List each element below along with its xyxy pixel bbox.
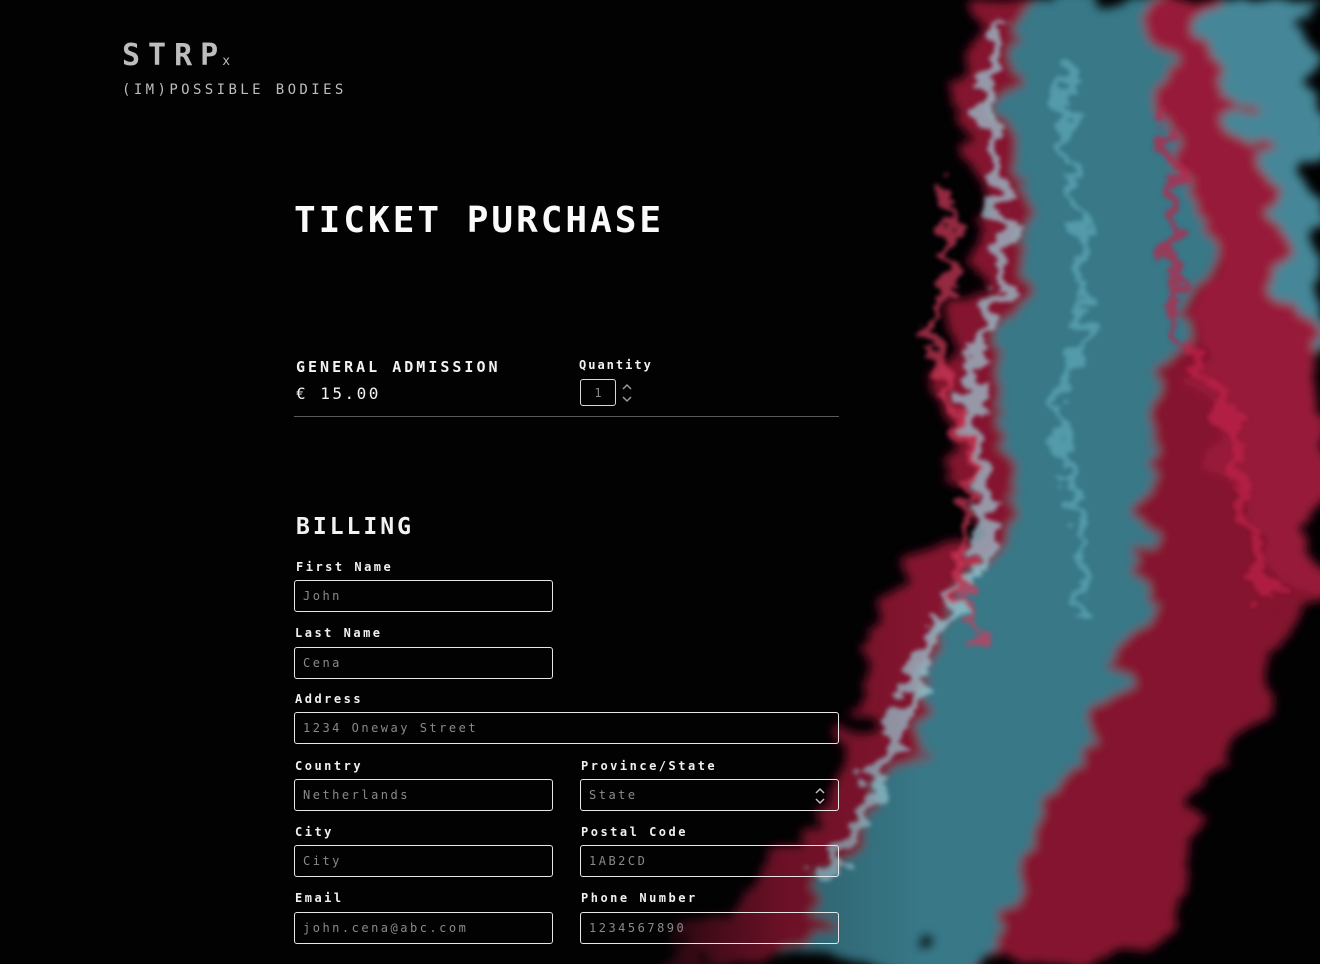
address-field[interactable] — [294, 712, 839, 744]
postal-code-label: Postal Code — [581, 825, 688, 839]
province-label: Province/State — [581, 759, 718, 773]
page-title: TICKET PURCHASE — [294, 200, 665, 241]
ticket-divider — [294, 416, 839, 417]
last-name-label: Last Name — [295, 626, 383, 640]
email-field[interactable] — [294, 912, 553, 944]
country-field[interactable] — [294, 779, 553, 811]
address-label: Address — [295, 692, 364, 706]
ticket-price: € 15.00 — [296, 384, 381, 403]
quantity-stepper-icon[interactable] — [620, 380, 634, 406]
first-name-field[interactable] — [294, 580, 553, 612]
phone-label: Phone Number — [581, 891, 698, 905]
quantity-input[interactable]: 1 — [580, 379, 616, 406]
province-select-value: State — [589, 788, 638, 802]
ticket-type-name: GENERAL ADMISSION — [296, 358, 501, 376]
city-field[interactable] — [294, 845, 553, 877]
province-select[interactable]: State — [580, 779, 839, 811]
site-logo[interactable]: STRPx (IM)POSSIBLE BODIES — [122, 38, 347, 99]
phone-field[interactable] — [580, 912, 839, 944]
logo-superscript: x — [222, 54, 231, 69]
billing-heading: BILLING — [296, 514, 414, 540]
smoke-background-image — [600, 0, 1320, 964]
country-label: Country — [295, 759, 364, 773]
first-name-label: First Name — [296, 560, 394, 574]
city-label: City — [295, 825, 334, 839]
quantity-label: Quantity — [579, 358, 653, 372]
chevron-up-down-icon — [815, 787, 825, 805]
logo-wordmark: STRPx — [122, 38, 231, 73]
logo-tagline: (IM)POSSIBLE BODIES — [122, 82, 347, 98]
last-name-field[interactable] — [294, 647, 553, 679]
postal-code-field[interactable] — [580, 845, 839, 877]
email-label: Email — [295, 891, 344, 905]
ticket-purchase-page: STRPx (IM)POSSIBLE BODIES TICKET PURCHAS… — [0, 0, 1320, 964]
